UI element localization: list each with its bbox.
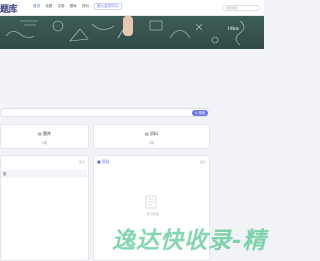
empty-state-text: 暂无数据 <box>146 212 159 216</box>
nav-item-member-center[interactable]: 进入会员中心 <box>93 3 122 10</box>
stat-card-count: 0题 <box>41 141 48 145</box>
search-button[interactable]: Q 搜索 <box>192 110 208 116</box>
nav-item-3[interactable]: 试卷 <box>57 4 64 10</box>
hand-figure <box>123 16 133 36</box>
empty-box-icon <box>145 195 157 209</box>
stat-card-questions[interactable]: ▤ 题库 0题 <box>0 124 89 149</box>
list-item[interactable]: 推 <box>1 170 87 178</box>
watermark-text: 逸达快收录-精 <box>112 228 267 254</box>
more-link[interactable]: 更多 <box>79 160 85 164</box>
nav-item-4[interactable]: 题库 <box>70 4 77 10</box>
header-search-input[interactable]: 搜索题目 <box>222 5 260 11</box>
nav-item-home[interactable]: 首页 <box>33 4 40 10</box>
hero-banner: Idea <box>0 16 264 49</box>
recommend-panel: 更多 推 <box>0 155 89 261</box>
main-search-bar: Q 搜索 <box>0 108 210 117</box>
chalk-text: Idea <box>228 26 239 32</box>
stat-card-count: 0篇 <box>148 141 155 145</box>
stat-card-materials[interactable]: ▤ 资料 0篇 <box>93 124 210 149</box>
top-nav-bar: 题库 首页 真题 试卷 题库 资料 进入会员中心 搜索题目 <box>0 0 264 16</box>
nav-item-2[interactable]: 真题 <box>45 4 52 10</box>
more-link[interactable]: 更多 <box>200 160 206 164</box>
nav-item-5[interactable]: 资料 <box>82 4 89 10</box>
stat-card-title: ▤ 资料 <box>144 131 159 136</box>
search-input[interactable] <box>4 110 189 116</box>
site-logo[interactable]: 题库 <box>0 2 18 15</box>
main-nav: 首页 真题 试卷 题库 资料 进入会员中心 <box>33 3 122 10</box>
chalkboard-doodles: Idea <box>5 16 245 46</box>
stat-card-title: ▤ 题库 <box>37 131 52 136</box>
panel-title: ■ 资料 <box>97 159 110 164</box>
